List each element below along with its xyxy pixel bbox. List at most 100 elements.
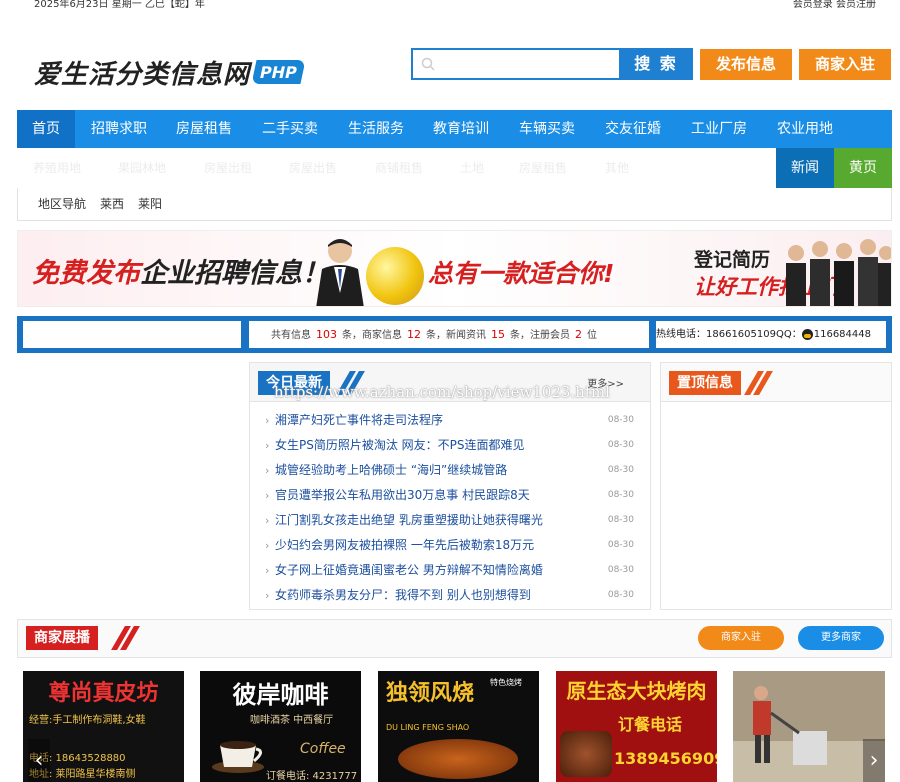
- nav-item-vehicles[interactable]: 车辆买卖: [519, 110, 575, 148]
- news-list: 湘潭产妇死亡事件将走司法程序 08-30 女生PS简历照片被淘汰 网友：不PS连面…: [250, 408, 650, 608]
- account-links: 会员登录 会员注册: [793, 0, 876, 10]
- merchant-card-bbq[interactable]: 独领风烧 DU LING FENG SHAO 特色烧烤: [378, 671, 539, 782]
- news-date: 08-30: [607, 590, 634, 600]
- merchant-card-coffee[interactable]: 彼岸咖啡 咖啡酒茶 中西餐厅 Coffee 订餐电话: 4231777: [200, 671, 361, 782]
- banner-recruit-text: 企业招聘信息！: [140, 258, 329, 289]
- news-title[interactable]: 城管经验助考上哈佛硕士 “海归”继续城管路: [275, 463, 507, 477]
- news-date: 08-30: [607, 415, 634, 425]
- subnav-item[interactable]: 养殖用地: [33, 148, 81, 188]
- coffee-cup-icon: [212, 741, 264, 773]
- nav-item-dating[interactable]: 交友征婚: [605, 110, 661, 148]
- member-count: 2: [575, 328, 582, 341]
- region-nav: 地区导航 莱西 莱阳: [17, 188, 892, 221]
- nav-item-education[interactable]: 教育培训: [433, 110, 489, 148]
- nav-item-life-services[interactable]: 生活服务: [348, 110, 404, 148]
- merchant-card-grill[interactable]: 原生态大块烤肉 订餐电话 13894569091: [556, 671, 717, 782]
- merchant-sub: 咖啡酒茶 中西餐厅: [250, 715, 334, 726]
- merchant-sub: 订餐电话: 4231777: [266, 771, 358, 782]
- merchant-sub: Coffee: [300, 741, 346, 757]
- subnav-item[interactable]: 房屋租售: [519, 148, 567, 188]
- search-button[interactable]: 搜 索: [619, 48, 693, 80]
- publish-info-button[interactable]: 发布信息: [700, 49, 792, 80]
- region-nav-label: 地区导航: [38, 197, 87, 211]
- news-item[interactable]: 女生PS简历照片被淘汰 网友：不PS连面都难见 08-30: [250, 433, 650, 458]
- stats-prefix: 共有信息: [271, 330, 311, 341]
- merchant-showcase-title: 商家展播: [26, 626, 98, 650]
- date-text: 2025年6月23日 星期一 乙巳【蛇】年: [34, 0, 205, 10]
- stats-unit: 条，商家信息: [342, 330, 402, 341]
- subnav-item[interactable]: 商铺租售: [375, 148, 423, 188]
- banner-mid-text: 总有一款适合你!: [428, 259, 615, 288]
- news-item[interactable]: 湘潭产妇死亡事件将走司法程序 08-30: [250, 408, 650, 433]
- nav-item-secondhand[interactable]: 二手买卖: [262, 110, 318, 148]
- news-item[interactable]: 少妇约会男网友被拍裸照 一年先后被勒索18万元 08-30: [250, 533, 650, 558]
- news-item[interactable]: 女药师毒杀男友分尸：我得不到 别人也别想得到 08-30: [250, 583, 650, 608]
- login-link[interactable]: 会员登录: [793, 0, 833, 10]
- pinned-panel-header: 置顶信息: [661, 363, 891, 402]
- merchant-title: 彼岸咖啡: [232, 681, 329, 709]
- search-box: 搜 索: [411, 48, 693, 80]
- logo-text: 爱生活分类信息网: [34, 59, 251, 90]
- news-title[interactable]: 少妇约会男网友被拍裸照 一年先后被勒索18万元: [275, 538, 534, 552]
- subnav-item[interactable]: 房屋出租: [204, 148, 252, 188]
- news-item[interactable]: 官员遭举报公车私用欲出30万息事 村民跟踪8天 08-30: [250, 483, 650, 508]
- news-title[interactable]: 官员遭举报公车私用欲出30万息事 村民跟踪8天: [275, 488, 530, 502]
- watermark-text: https://www.azhan.com/shop/view1023.html: [274, 383, 610, 401]
- banner-left-text: 免费发布企业招聘信息！: [32, 251, 329, 290]
- banner-resume-text: 登记简历: [694, 249, 771, 271]
- subnav-item[interactable]: 果园林地: [118, 148, 166, 188]
- subnav-item[interactable]: 房屋出售: [289, 148, 337, 188]
- news-date: 08-30: [607, 565, 634, 575]
- news-item[interactable]: 江门割乳女孩走出绝望 乳房重塑援助让她获得曙光 08-30: [250, 508, 650, 533]
- businessman-image: [316, 239, 364, 306]
- news-title[interactable]: 女子网上征婚竟遇闺蜜老公 男方辩解不知情险离婚: [275, 563, 543, 577]
- stats-unit: 条，注册会员: [510, 330, 570, 341]
- news-title[interactable]: 江门割乳女孩走出绝望 乳房重塑援助让她获得曙光: [275, 513, 543, 527]
- news-title[interactable]: 女生PS简历照片被淘汰 网友：不PS连面都难见: [275, 438, 525, 452]
- news-item[interactable]: 女子网上征婚竟遇闺蜜老公 男方辩解不知情险离婚 08-30: [250, 558, 650, 583]
- recruit-banner[interactable]: 免费发布企业招聘信息！ 总有一款适合你! 登记简历 让好工作找上门!: [17, 230, 892, 307]
- subnav-item[interactable]: 土地: [460, 148, 484, 188]
- stats-unit: 位: [587, 330, 597, 341]
- site-logo[interactable]: 爱生活分类信息网 PHP: [34, 52, 306, 92]
- info-count: 103: [316, 328, 337, 341]
- top-bar: 2025年6月23日 星期一 乙巳【蛇】年 会员登录 会员注册: [0, 0, 900, 14]
- subnav-item[interactable]: 其他: [605, 148, 629, 188]
- merchant-sub: 特色烧烤: [490, 678, 522, 687]
- tab-yellow-pages[interactable]: 黄页: [834, 148, 892, 188]
- pinned-panel-title: 置顶信息: [669, 371, 741, 395]
- banner-free-text: 免费发布: [32, 258, 140, 289]
- logo-badge: PHP: [251, 60, 306, 84]
- region-link-laixi[interactable]: 莱西: [100, 195, 124, 212]
- news-title[interactable]: 女药师毒杀男友分尸：我得不到 别人也别想得到: [275, 588, 531, 602]
- nav-item-farmland[interactable]: 农业用地: [777, 110, 833, 148]
- merchant-join-button[interactable]: 商家入驻: [799, 49, 891, 80]
- news-title[interactable]: 湘潭产妇死亡事件将走司法程序: [275, 413, 443, 427]
- register-link[interactable]: 会员注册: [836, 0, 876, 10]
- carousel-next-button[interactable]: ›: [863, 739, 885, 782]
- more-merchants-pill[interactable]: 更多商家: [798, 626, 884, 650]
- bbq-food-image: [398, 739, 518, 779]
- qq-number[interactable]: 116684448: [814, 329, 871, 340]
- region-link-laiyang[interactable]: 莱阳: [138, 195, 162, 212]
- latest-news-panel: 今日最新 更多>> https://www.azhan.com/shop/vie…: [249, 362, 651, 610]
- tab-news[interactable]: 新闻: [776, 148, 834, 188]
- merchant-title: 原生态大块烤肉: [566, 679, 707, 703]
- stats-bar: 共有信息 103 条，商家信息 12 条，新闻资讯 15 条，注册会员 2 位 热线电话：186…: [17, 316, 892, 353]
- carousel-prev-button[interactable]: ‹: [28, 739, 50, 782]
- news-item[interactable]: 城管经验助考上哈佛硕士 “海归”继续城管路 08-30: [250, 458, 650, 483]
- nav-item-housing[interactable]: 房屋租售: [176, 110, 232, 148]
- merchant-sub: 订餐电话: [618, 715, 683, 734]
- nav-item-home[interactable]: 首页: [17, 110, 75, 148]
- nav-item-jobs[interactable]: 招聘求职: [91, 110, 147, 148]
- merchant-showcase-header: 商家展播 商家入驻 更多商家: [17, 619, 892, 658]
- stats-blank-box: [23, 321, 241, 348]
- news-date: 08-30: [607, 440, 634, 450]
- grilled-meat-image: [560, 731, 612, 777]
- search-input[interactable]: [441, 53, 611, 75]
- merchant-sub: 13894569091: [614, 749, 717, 768]
- merchant-join-pill[interactable]: 商家入驻: [698, 626, 784, 650]
- qq-icon: [801, 328, 813, 340]
- stats-unit: 条，新闻资讯: [426, 330, 486, 341]
- nav-item-factory[interactable]: 工业厂房: [691, 110, 747, 148]
